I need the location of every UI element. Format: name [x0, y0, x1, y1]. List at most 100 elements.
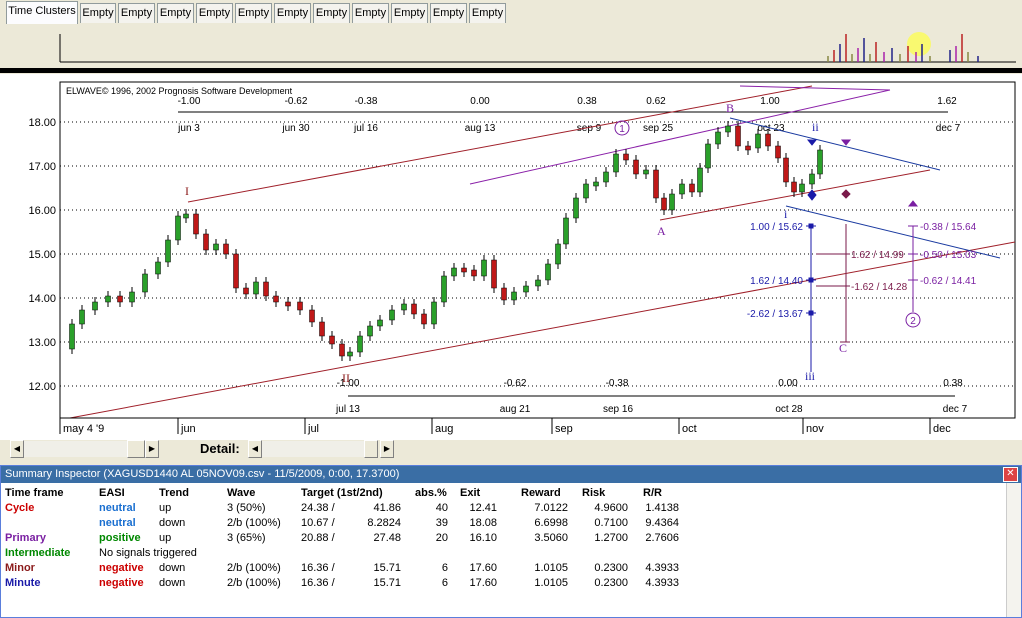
candle-body [745, 145, 751, 151]
candle-body [203, 233, 209, 251]
header-wave: Wave [227, 487, 256, 499]
summary-cell-trend: up [159, 502, 172, 514]
summary-cell-reward: 7.0122 [534, 502, 568, 514]
candle-body [92, 301, 98, 311]
tab-empty-10[interactable]: Empty [430, 3, 467, 23]
detail-right-button[interactable]: ▶ [380, 440, 394, 458]
summary-cell-wave: 2/b (100%) [227, 562, 281, 574]
date-label: oct 28 [775, 404, 803, 415]
summary-cell-t1: 10.67 / [301, 517, 335, 529]
tab-empty-1[interactable]: Empty [80, 3, 116, 23]
candle-body [725, 125, 731, 133]
cluster-bars [827, 34, 979, 62]
detail-left-button[interactable]: ◀ [248, 440, 262, 458]
candle-body [491, 259, 497, 289]
candle-body [809, 173, 815, 185]
tab-empty-2[interactable]: Empty [118, 3, 155, 23]
price-label: 18.00 [28, 117, 56, 129]
candle-body [129, 291, 135, 303]
candle-body [471, 269, 477, 277]
panel-separator [0, 68, 1022, 73]
wave-label: iii [805, 369, 816, 383]
tab-bar: Time Clusters Empty Empty Empty Empty Em… [0, 0, 1022, 24]
tab-empty-8[interactable]: Empty [352, 3, 389, 23]
summary-title: Summary Inspector (XAGUSD1440 AL 05NOV09… [1, 466, 1021, 483]
summary-cell-tf: Minute [5, 577, 41, 589]
date-label: sep 16 [603, 404, 633, 415]
wave-label: ii [812, 120, 819, 134]
candle-body [689, 183, 695, 193]
candle-body [183, 213, 189, 219]
date-label: aug 13 [465, 123, 496, 134]
chart-canvas[interactable]: 18.00 17.00 16.00 15.00 14.00 13.00 12.0… [0, 74, 1022, 440]
candle-body [273, 295, 279, 303]
tab-empty-5[interactable]: Empty [235, 3, 272, 23]
wave-label: 1 [619, 124, 625, 135]
candle-body [573, 197, 579, 219]
time-scrollbar-thumb[interactable] [127, 440, 145, 458]
close-icon[interactable]: ✕ [1003, 467, 1018, 482]
date-label: dec 7 [936, 123, 961, 134]
summary-cell-rr: 1.4138 [645, 502, 679, 514]
date-label: jun 3 [177, 123, 200, 134]
wave-label: II [342, 371, 350, 385]
tab-empty-7[interactable]: Empty [313, 3, 350, 23]
candle-body [755, 133, 761, 149]
header-trend: Trend [159, 487, 189, 499]
month-label: jul [307, 423, 319, 435]
summary-cell-tf: Intermediate [5, 547, 71, 559]
ratio-label: 1.00 [760, 96, 780, 107]
header-rr: R/R [643, 487, 662, 499]
summary-cell-exit: 12.41 [469, 502, 497, 514]
scroll-left-button[interactable]: ◀ [10, 440, 24, 458]
summary-cell-exit: 16.10 [469, 532, 497, 544]
candle-body [603, 171, 609, 183]
tab-empty-3[interactable]: Empty [157, 3, 194, 23]
month-labels: may 4 '9 jun jul aug sep oct nov dec [63, 423, 951, 435]
candle-body [669, 193, 675, 211]
tab-empty-4[interactable]: Empty [196, 3, 233, 23]
summary-cell-trend: down [159, 562, 186, 574]
time-clusters-histogram [59, 32, 1016, 63]
tab-empty-11[interactable]: Empty [469, 3, 506, 23]
month-label: sep [555, 423, 573, 435]
summary-cell-rr: 2.7606 [645, 532, 679, 544]
time-clusters-panel [0, 24, 1022, 68]
summary-cell-easi: positive [99, 532, 141, 544]
month-label: jun [180, 423, 196, 435]
summary-scrollbar[interactable] [1006, 483, 1021, 617]
tab-empty-6[interactable]: Empty [274, 3, 311, 23]
price-chart[interactable]: 18.00 17.00 16.00 15.00 14.00 13.00 12.0… [0, 74, 1022, 440]
header-abs: abs.% [415, 487, 447, 499]
ratio-label: 0.62 [646, 96, 666, 107]
candle-body [142, 273, 148, 293]
candle-body [661, 197, 667, 211]
time-scrollbar-track[interactable] [24, 441, 144, 457]
candle-body [193, 213, 199, 235]
candle-body [783, 157, 789, 183]
header-target: Target (1st/2nd) [301, 487, 383, 499]
candle-body [461, 267, 467, 273]
header-risk: Risk [582, 487, 606, 499]
summary-cell-exit: 17.60 [469, 562, 497, 574]
ratio-label: -0.38 [355, 96, 378, 107]
candle-body [817, 149, 823, 175]
candle-body [523, 285, 529, 293]
tab-time-clusters[interactable]: Time Clusters [6, 1, 78, 24]
summary-cell-tf: Primary [5, 532, 46, 544]
scroll-right-button[interactable]: ▶ [145, 440, 159, 458]
month-label: aug [435, 423, 453, 435]
target-label: -2.62 / 13.67 [747, 309, 804, 320]
candle-body [765, 133, 771, 147]
candle-body [243, 287, 249, 295]
summary-cell-reward: 1.0105 [534, 577, 568, 589]
candle-body [451, 267, 457, 277]
candle-body [679, 183, 685, 195]
summary-cell-wave: 3 (50%) [227, 502, 266, 514]
candle-body [79, 309, 85, 325]
candle-body [583, 183, 589, 199]
detail-slider-thumb[interactable] [364, 440, 378, 458]
tab-empty-9[interactable]: Empty [391, 3, 428, 23]
candle-body [791, 181, 797, 193]
detail-slider-track[interactable] [262, 441, 378, 457]
